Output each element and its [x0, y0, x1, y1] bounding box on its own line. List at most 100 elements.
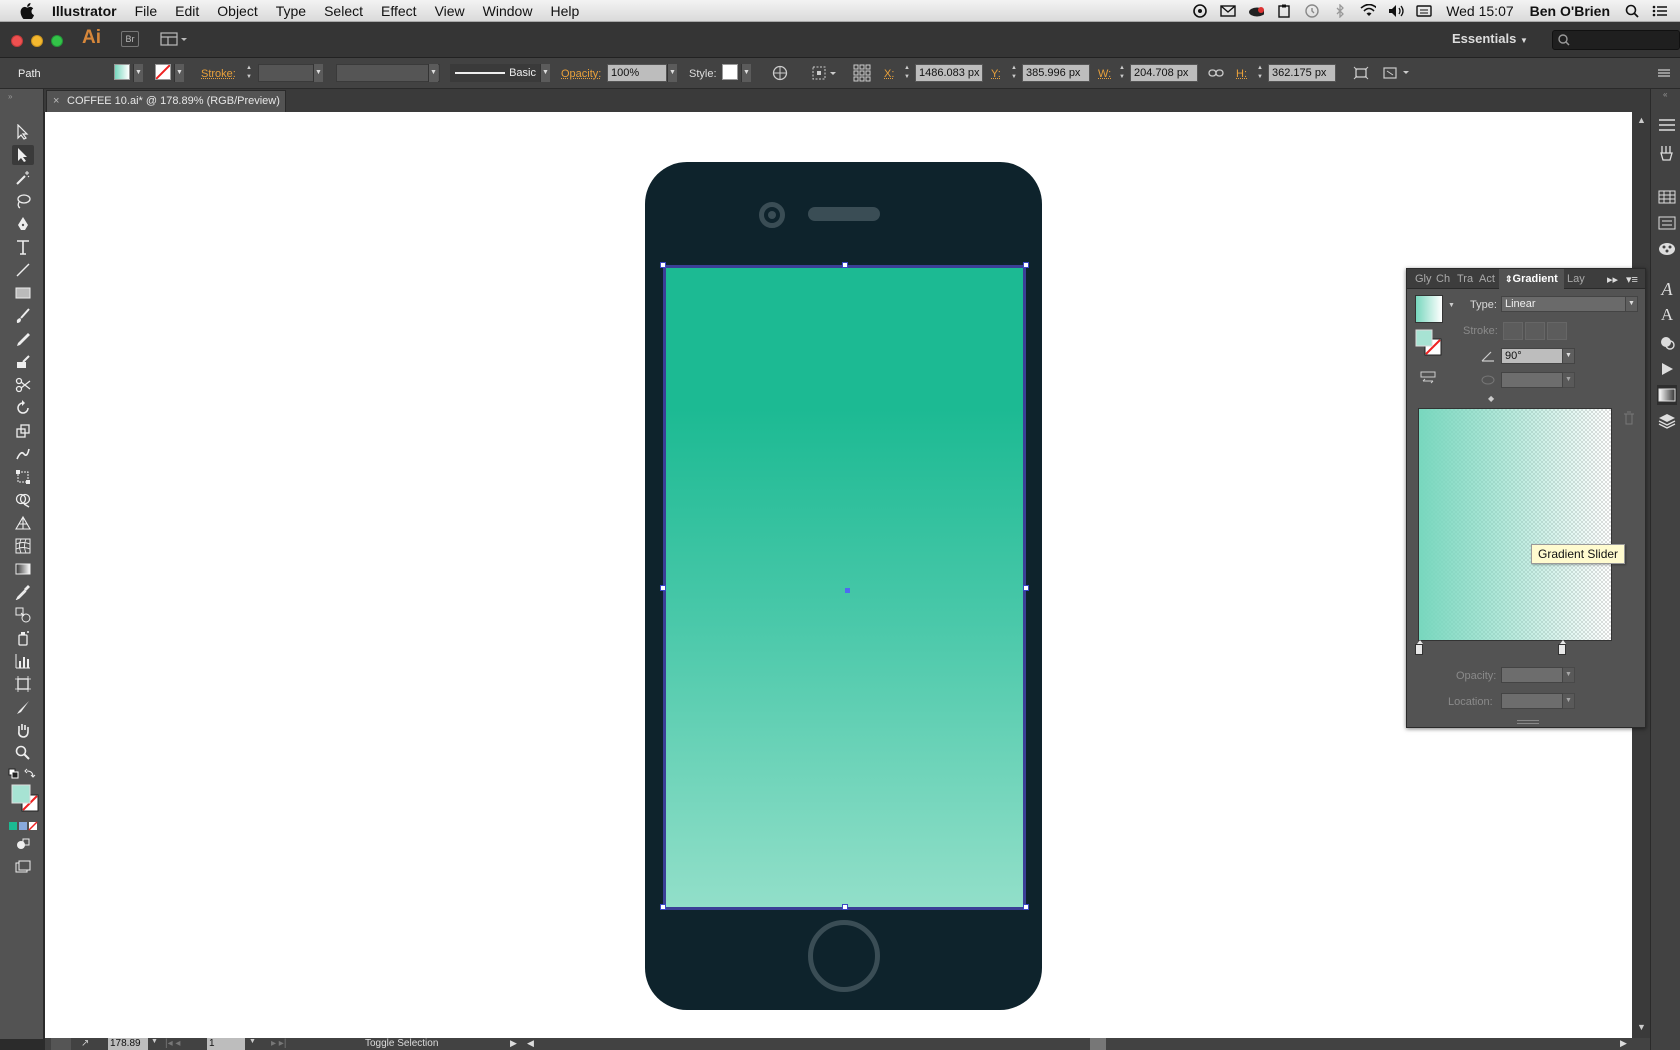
gradient-type-dropdown[interactable]: ▼	[1625, 296, 1638, 312]
stroke-color-dropdown[interactable]: ▼	[174, 64, 184, 82]
gradient-presets-dropdown[interactable]: ▼	[1448, 302, 1455, 309]
clipboard-icon[interactable]	[1276, 4, 1292, 18]
delete-stop-icon[interactable]	[1623, 411, 1635, 428]
panel-resize-grip[interactable]	[1517, 720, 1539, 724]
gradient-angle-field[interactable]: 90°	[1501, 348, 1563, 364]
variable-width-dropdown[interactable]: ▼	[428, 64, 438, 82]
midpoint-diamond-icon[interactable]: ◆	[1488, 394, 1494, 403]
volume-icon[interactable]	[1388, 4, 1404, 18]
stroke-within-icon[interactable]	[1503, 322, 1523, 340]
menu-edit[interactable]: Edit	[166, 3, 208, 19]
selection-handle-top-center[interactable]	[842, 262, 848, 268]
x-label[interactable]: X:	[884, 68, 894, 80]
align-to-selection-icon[interactable]	[812, 64, 838, 82]
column-graph-tool-icon[interactable]	[12, 651, 34, 671]
opacity-label[interactable]: Opacity:	[561, 68, 601, 80]
brush-definition-dropdown[interactable]: ▼	[540, 64, 550, 82]
fill-stroke-proxy[interactable]	[1415, 329, 1443, 357]
notification-center-icon[interactable]	[1652, 4, 1668, 18]
tab-gradient[interactable]: ⇕Gradient	[1499, 269, 1564, 289]
status-text[interactable]: Toggle Selection	[365, 1038, 438, 1049]
rectangle-tool-icon[interactable]	[12, 283, 34, 303]
menu-help[interactable]: Help	[541, 3, 588, 19]
horizontal-scroll-thumb[interactable]	[1090, 1038, 1106, 1050]
phone-screen-path[interactable]	[660, 262, 1029, 910]
mesh-tool-icon[interactable]	[12, 536, 34, 556]
opacity-dropdown[interactable]: ▼	[667, 64, 677, 82]
dock-expand-icon[interactable]: «	[1663, 90, 1667, 99]
selection-handle-middle-left[interactable]	[660, 585, 666, 591]
direct-selection-tool-icon[interactable]	[12, 145, 34, 165]
fill-dropdown[interactable]: ▼	[133, 64, 143, 82]
paragraph-styles-icon[interactable]: A	[1657, 305, 1677, 325]
menu-select[interactable]: Select	[315, 3, 372, 19]
stroke-weight-dropdown[interactable]: ▼	[313, 64, 323, 82]
stroke-along-icon[interactable]	[1525, 322, 1545, 340]
transform-panel-icon[interactable]	[1352, 64, 1370, 82]
artboard-number-field[interactable]: 1	[207, 1038, 245, 1050]
keyboard-icon[interactable]	[1416, 4, 1432, 18]
selection-handle-top-right[interactable]	[1023, 262, 1029, 268]
appearance-panel-icon[interactable]	[1657, 333, 1677, 353]
x-position-field[interactable]: 1486.083 px	[915, 64, 983, 82]
color-guide-icon[interactable]	[1657, 143, 1677, 163]
scroll-down-icon[interactable]: ▼	[1637, 1022, 1646, 1032]
creative-cloud-icon[interactable]	[1192, 3, 1208, 18]
first-artboard-icon[interactable]: |◂ ◂	[165, 1038, 180, 1049]
selection-handle-bottom-right[interactable]	[1023, 904, 1029, 910]
layers-panel-icon[interactable]	[1657, 411, 1677, 431]
stop-location-field[interactable]	[1501, 693, 1563, 709]
stop-location-dropdown[interactable]: ▼	[1562, 693, 1575, 709]
menu-window[interactable]: Window	[474, 3, 542, 19]
y-position-field[interactable]: 385.996 px	[1022, 64, 1090, 82]
tab-glyphs[interactable]: Gly	[1415, 273, 1432, 285]
menu-user-name[interactable]: Ben O'Brien	[1522, 3, 1618, 19]
search-help-input[interactable]	[1552, 30, 1680, 50]
status-menu-arrow-icon[interactable]: ▶	[510, 1038, 517, 1049]
tab-layers[interactable]: Lay	[1567, 273, 1585, 285]
menu-object[interactable]: Object	[208, 3, 266, 19]
artboard-canvas[interactable]	[45, 112, 1632, 1038]
menu-effect[interactable]: Effect	[372, 3, 426, 19]
reverse-gradient-icon[interactable]	[1420, 371, 1436, 388]
magic-wand-tool-icon[interactable]	[12, 168, 34, 188]
pencil-tool-icon[interactable]	[12, 329, 34, 349]
actions-panel-icon[interactable]	[1657, 359, 1677, 379]
stroke-label[interactable]: Stroke:	[201, 68, 236, 80]
time-machine-icon[interactable]	[1304, 3, 1320, 18]
width-label[interactable]: W:	[1098, 68, 1111, 80]
perspective-grid-tool-icon[interactable]	[12, 513, 34, 533]
angle-dropdown[interactable]: ▼	[1562, 348, 1575, 364]
wifi-icon[interactable]	[1360, 4, 1377, 18]
close-window-button[interactable]	[11, 35, 23, 47]
cloud-sync-icon[interactable]	[1248, 4, 1265, 18]
selection-handle-bottom-left[interactable]	[660, 904, 666, 910]
last-artboard-icon[interactable]: ▸ ▸|	[271, 1038, 286, 1049]
gradient-tool-icon[interactable]	[12, 559, 34, 579]
variable-width-profile-field[interactable]	[336, 64, 440, 82]
aspect-ratio-field[interactable]	[1501, 372, 1563, 388]
spotlight-search-icon[interactable]	[1624, 4, 1640, 18]
paintbrush-tool-icon[interactable]	[12, 306, 34, 326]
menu-clock[interactable]: Wed 15:07	[1438, 3, 1521, 19]
stroke-weight-stepper[interactable]: ▲ ▼	[244, 64, 254, 82]
selection-handle-bottom-center[interactable]	[842, 904, 848, 910]
aspect-ratio-dropdown[interactable]: ▼	[1562, 372, 1575, 388]
y-stepper[interactable]: ▲ ▼	[1009, 64, 1019, 82]
blend-tool-icon[interactable]	[12, 605, 34, 625]
free-transform-tool-icon[interactable]	[12, 467, 34, 487]
width-stepper[interactable]: ▲ ▼	[1117, 64, 1127, 82]
color-panel-icon[interactable]	[1657, 115, 1677, 135]
swatches-panel-icon[interactable]	[1657, 187, 1677, 207]
recolor-artwork-icon[interactable]	[771, 64, 789, 82]
tab-actions[interactable]: Act	[1479, 273, 1495, 285]
mail-icon[interactable]	[1220, 4, 1236, 18]
stroke-across-icon[interactable]	[1547, 322, 1567, 340]
constrain-proportions-icon[interactable]	[1207, 64, 1225, 82]
screen-mode-icon[interactable]	[12, 857, 34, 877]
lasso-tool-icon[interactable]	[12, 191, 34, 211]
document-tab[interactable]: × COFFEE 10.ai* @ 178.89% (RGB/Preview)	[46, 90, 286, 112]
go-to-bridge-button[interactable]: Br	[121, 31, 139, 47]
reference-point-icon[interactable]	[853, 64, 871, 82]
symbols-panel-icon[interactable]	[1657, 239, 1677, 259]
